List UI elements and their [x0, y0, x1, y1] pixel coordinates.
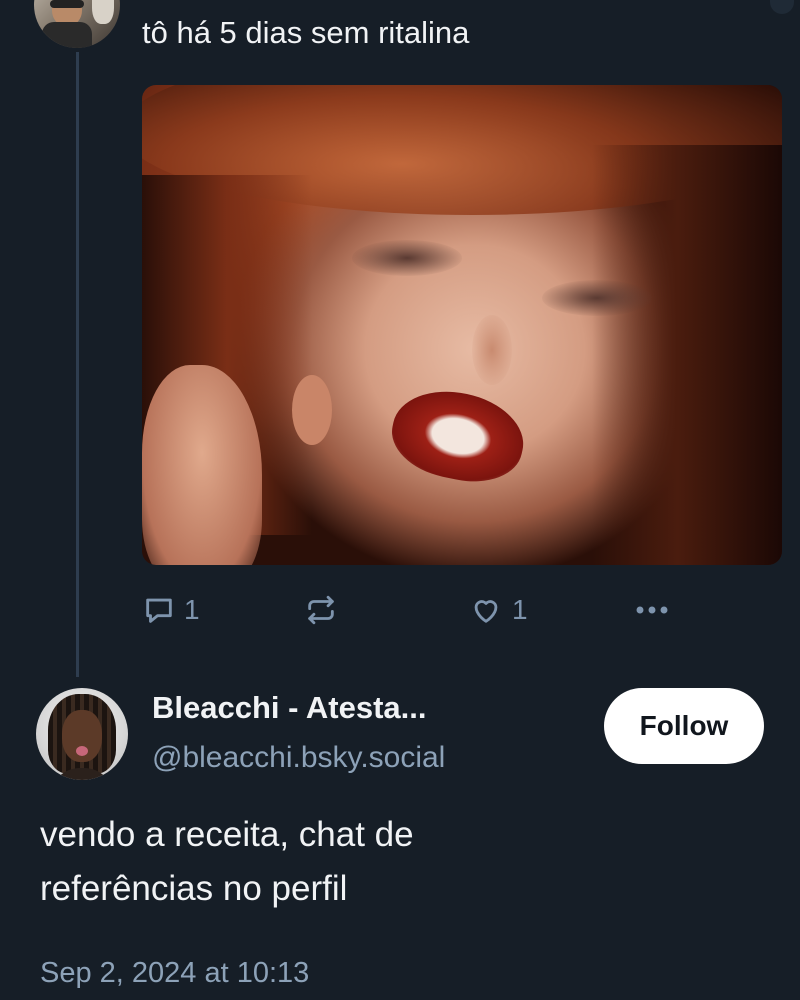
like-icon — [474, 600, 498, 623]
post-text-line: referências no perfil — [40, 869, 348, 908]
like-button[interactable]: 1 — [468, 588, 528, 632]
avatar-glasses — [50, 0, 84, 8]
more-options-icon — [636, 606, 668, 614]
parent-more-options-icon[interactable] — [770, 0, 794, 14]
avatar-tongue — [76, 746, 88, 756]
parent-post-actions: 1 1 — [142, 588, 682, 632]
avatar-second-person — [92, 0, 114, 24]
more-options-button[interactable] — [632, 588, 672, 632]
thread-connector-line — [76, 52, 79, 677]
reply-icon — [146, 598, 172, 623]
author-avatar[interactable] — [36, 688, 128, 780]
avatar-body — [42, 22, 92, 48]
image-eye-right — [542, 280, 652, 316]
post-text: vendo a receita, chat de referências no … — [40, 808, 760, 916]
author-display-name[interactable]: Bleacchi - Atesta... — [152, 690, 427, 726]
post-image[interactable] — [142, 85, 782, 565]
parent-post-text: tô há 5 dias sem ritalina — [142, 15, 470, 50]
author-handle[interactable]: @bleacchi.bsky.social — [152, 741, 445, 775]
post-timestamp: Sep 2, 2024 at 10:13 — [40, 957, 310, 989]
image-ear — [292, 375, 332, 445]
image-eye-left — [352, 240, 462, 276]
follow-button[interactable]: Follow — [604, 688, 764, 764]
repost-button[interactable] — [304, 588, 338, 632]
like-count: 1 — [512, 594, 528, 625]
bluesky-thread-view: tô há 5 dias sem ritalina 1 1 Bleacchi -… — [0, 0, 800, 1000]
image-hair-right — [592, 145, 782, 565]
repost-icon — [308, 595, 334, 625]
post-text-line: vendo a receita, chat de — [40, 815, 414, 854]
reply-button[interactable]: 1 — [142, 588, 200, 632]
image-lips — [384, 380, 532, 492]
parent-author-avatar[interactable] — [34, 0, 120, 48]
image-nose — [472, 315, 512, 385]
reply-count: 1 — [184, 594, 200, 625]
